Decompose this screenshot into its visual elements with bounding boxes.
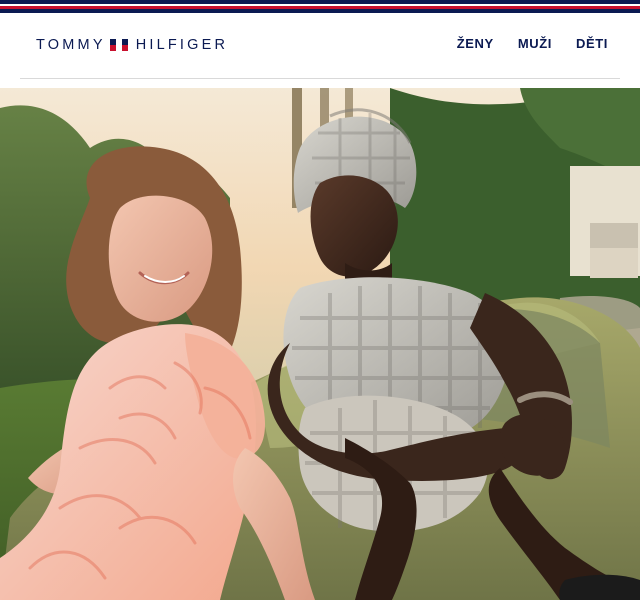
nav-muzi[interactable]: MUŽI: [518, 36, 552, 51]
flag-icon: [109, 39, 128, 51]
hero-banner[interactable]: [0, 88, 640, 600]
stripe-navy-bottom: [0, 9, 640, 13]
page: TOMMY HILFIGER ŽENY MUŽI DĚTI: [0, 0, 640, 600]
header: TOMMY HILFIGER ŽENY MUŽI DĚTI: [0, 14, 640, 78]
brand-logo[interactable]: TOMMY HILFIGER: [36, 36, 228, 54]
header-divider: [20, 78, 620, 79]
hero-image: [0, 88, 640, 600]
brand-left-text: TOMMY: [36, 37, 106, 53]
nav-deti[interactable]: DĚTI: [576, 36, 608, 51]
top-stripe: [0, 0, 640, 14]
nav-zeny[interactable]: ŽENY: [457, 36, 494, 51]
main-nav: ŽENY MUŽI DĚTI: [457, 36, 608, 51]
brand-right-text: HILFIGER: [135, 37, 229, 53]
